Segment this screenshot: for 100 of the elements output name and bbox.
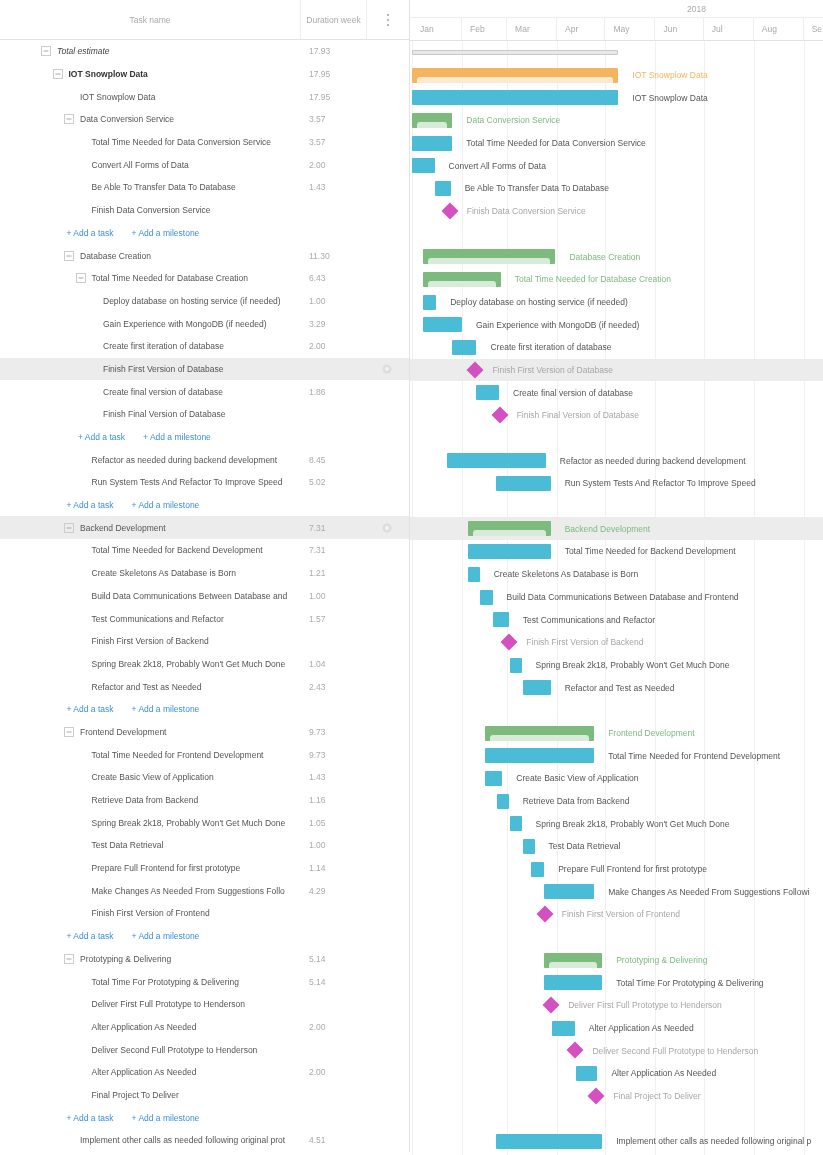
- task-bar[interactable]: [495, 1134, 603, 1149]
- task-bar[interactable]: [447, 453, 546, 469]
- task-name[interactable]: Total Time Needed for Data Conversion Service: [91, 137, 272, 148]
- task-name[interactable]: Total Time For Prototyping & Delivering: [91, 976, 239, 987]
- task-bar[interactable]: [412, 135, 453, 151]
- task-name[interactable]: Database Creation: [80, 250, 151, 261]
- collapse-icon[interactable]: [75, 273, 86, 284]
- group-bar[interactable]: [423, 249, 556, 265]
- task-name[interactable]: Backend Development: [80, 522, 166, 533]
- task-bar[interactable]: [523, 839, 535, 855]
- add-link[interactable]: + Add a milestone: [131, 1112, 200, 1123]
- task-bar[interactable]: [510, 657, 522, 673]
- task-bar[interactable]: [510, 816, 522, 832]
- task-name[interactable]: Prepare Full Frontend for first prototype: [91, 863, 241, 874]
- task-name[interactable]: IOT Snowplow Data: [80, 91, 156, 102]
- task-name[interactable]: Test Data Retrieval: [91, 840, 164, 851]
- add-link[interactable]: + Add a milestone: [131, 500, 200, 511]
- group-bar[interactable]: [484, 725, 595, 741]
- task-name[interactable]: Final Project To Deliver: [91, 1089, 179, 1100]
- task-bar[interactable]: [495, 476, 551, 492]
- task-bar[interactable]: [544, 884, 595, 900]
- add-link[interactable]: + Add a milestone: [131, 931, 200, 942]
- task-name[interactable]: Alter Application As Needed: [91, 1021, 197, 1032]
- add-link[interactable]: + Add a milestone: [131, 704, 200, 715]
- task-name[interactable]: Make Changes As Needed From Suggestions Follo: [91, 885, 285, 896]
- task-bar[interactable]: [412, 158, 435, 174]
- collapse-icon[interactable]: [64, 114, 74, 125]
- task-name[interactable]: Total Time Needed for Frontend Development: [91, 749, 264, 760]
- task-name[interactable]: Create first iteration of database: [103, 341, 224, 352]
- task-name[interactable]: Spring Break 2k18, Probably Won't Get Much Done: [91, 658, 286, 669]
- collapse-icon[interactable]: [64, 522, 74, 533]
- task-bar[interactable]: [468, 544, 551, 560]
- task-name[interactable]: Total Time Needed for Database Creation: [91, 273, 248, 284]
- task-name[interactable]: Finish First Version of Backend: [91, 636, 209, 647]
- task-bar[interactable]: [423, 294, 437, 310]
- add-link[interactable]: + Add a task: [66, 704, 114, 715]
- task-name[interactable]: Be Able To Transfer Data To Database: [91, 182, 236, 193]
- task-bar[interactable]: [531, 861, 545, 877]
- add-link[interactable]: + Add a task: [66, 931, 114, 942]
- task-name[interactable]: Alter Application As Needed: [91, 1067, 197, 1078]
- collapse-icon[interactable]: [64, 250, 74, 261]
- task-name[interactable]: Refactor as needed during backend development: [91, 454, 278, 465]
- task-name[interactable]: Build Data Communications Between Database and: [91, 590, 288, 601]
- task-bar[interactable]: [476, 385, 500, 401]
- task-name[interactable]: Retrieve Data from Backend: [91, 795, 199, 806]
- month-label: May: [605, 18, 656, 40]
- task-name[interactable]: Refactor and Test as Needed: [91, 681, 202, 692]
- group-bar[interactable]: [412, 113, 453, 129]
- more-icon[interactable]: [386, 12, 390, 27]
- task-bar[interactable]: [468, 566, 480, 582]
- duration-value: 1.43: [309, 182, 326, 193]
- task-bar[interactable]: [484, 771, 503, 786]
- task-name[interactable]: Finish First Version of Database: [103, 363, 224, 374]
- task-name[interactable]: Deploy database on hosting service (if needed): [103, 295, 281, 306]
- task-name[interactable]: Create Basic View of Application: [91, 772, 214, 783]
- task-name[interactable]: IOT Snowplow Data: [68, 69, 148, 80]
- task-name[interactable]: Deliver Second Full Prototype to Henderson: [91, 1044, 258, 1055]
- task-bar[interactable]: [484, 748, 595, 764]
- task-name[interactable]: Frontend Development: [80, 726, 167, 737]
- task-name[interactable]: Create final version of database: [103, 386, 224, 397]
- task-name[interactable]: Deliver First Full Prototype to Henderson: [91, 999, 246, 1010]
- add-link[interactable]: + Add a task: [66, 227, 114, 238]
- collapse-icon[interactable]: [52, 69, 63, 80]
- task-bar[interactable]: [412, 90, 619, 106]
- task-name[interactable]: Total Time Needed for Backend Development: [91, 545, 263, 556]
- task-bar[interactable]: [492, 612, 509, 628]
- task-bar[interactable]: [544, 975, 603, 991]
- task-name[interactable]: Gain Experience with MongoDB (if needed): [103, 318, 267, 329]
- task-bar[interactable]: [497, 793, 509, 809]
- collapse-icon[interactable]: [64, 726, 74, 737]
- task-name[interactable]: Finish Final Version of Database: [103, 409, 226, 420]
- task-name[interactable]: Run System Tests And Refactor To Improve Speed: [91, 477, 283, 488]
- task-name[interactable]: Data Conversion Service: [80, 114, 174, 125]
- project-bar[interactable]: [412, 67, 619, 83]
- task-bar[interactable]: [434, 181, 451, 197]
- group-bar[interactable]: [468, 521, 551, 537]
- add-link[interactable]: + Add a milestone: [143, 432, 211, 443]
- task-bar[interactable]: [479, 589, 493, 605]
- add-link[interactable]: + Add a task: [66, 1112, 114, 1123]
- group-bar[interactable]: [544, 952, 603, 968]
- task-name[interactable]: Convert All Forms of Data: [91, 159, 189, 170]
- collapse-icon[interactable]: [41, 46, 51, 57]
- task-bar[interactable]: [423, 317, 462, 333]
- add-link[interactable]: + Add a task: [78, 432, 126, 443]
- task-bar[interactable]: [452, 339, 477, 355]
- task-bar[interactable]: [523, 680, 551, 696]
- task-name[interactable]: Finish Data Conversion Service: [91, 205, 211, 216]
- task-bar[interactable]: [552, 1020, 575, 1036]
- group-bar[interactable]: [423, 271, 501, 287]
- task-name[interactable]: Finish First Version of Frontend: [91, 908, 210, 919]
- add-link[interactable]: + Add a task: [66, 500, 114, 511]
- task-bar[interactable]: [576, 1065, 598, 1081]
- task-name[interactable]: Spring Break 2k18, Probably Won't Get Much Done: [91, 817, 286, 828]
- task-name[interactable]: Prototyping & Delivering: [80, 953, 172, 964]
- task-name[interactable]: Create Skeletons As Database is Born: [91, 568, 237, 579]
- task-name[interactable]: Implement other calls as needed following original prot: [80, 1135, 286, 1146]
- task-name[interactable]: Test Communications and Refactor: [91, 613, 224, 624]
- collapse-icon[interactable]: [64, 953, 74, 964]
- add-link[interactable]: + Add a milestone: [131, 227, 200, 238]
- task-name[interactable]: Total estimate: [57, 46, 110, 57]
